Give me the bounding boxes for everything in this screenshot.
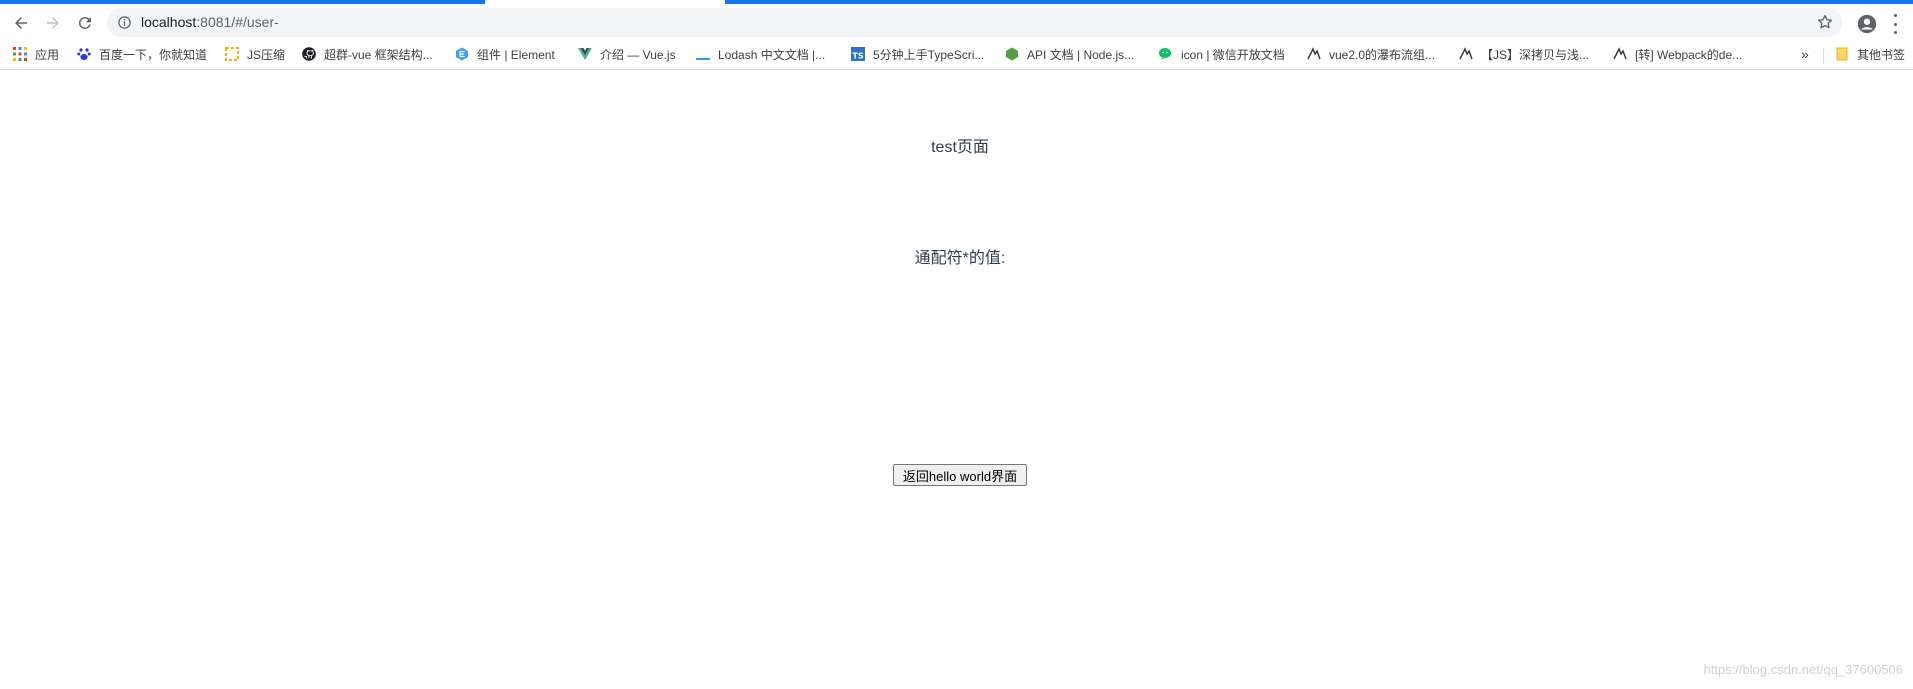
url-text[interactable]: localhost:8081/#/user- (141, 14, 279, 30)
lodash-icon (696, 47, 710, 61)
bookmark-baidu[interactable]: 百度一下，你就知道 (77, 45, 207, 63)
bookmark-star-icon[interactable] (1816, 13, 1834, 31)
bookmark-label: 组件 | Element (477, 47, 555, 62)
wildcard-value-label: 通配符*的值: (914, 250, 1006, 267)
back-to-hello-world-button[interactable]: 返回hello world界面 (893, 464, 1027, 486)
bookmark-label: [转] Webpack的de... (1635, 47, 1743, 62)
url-host: localhost (141, 14, 197, 30)
bookmark-element[interactable]: 组件 | Element (455, 45, 555, 63)
bookmark-other-folder[interactable]: 其他书签 (1835, 45, 1905, 63)
profile-avatar-icon[interactable] (1856, 13, 1878, 35)
bookmark-label: 【JS】深拷贝与浅... (1481, 47, 1590, 62)
bookmark-vue-framework[interactable]: 超群-vue 框架结构... (302, 45, 433, 63)
forward-arrow-icon[interactable] (40, 10, 66, 36)
url-path: :8081/#/user- (196, 14, 279, 30)
browser-menu-icon[interactable] (1890, 14, 1900, 34)
bookmark-nodejs[interactable]: API 文档 | Node.js... (1005, 45, 1134, 63)
bookmark-label: API 文档 | Node.js... (1027, 47, 1135, 62)
apps-grid-icon (13, 47, 27, 61)
nodejs-icon (1005, 47, 1019, 61)
js-compress-icon (225, 47, 239, 61)
browser-toolbar: localhost:8081/#/user- (0, 4, 1913, 38)
site-icon (1307, 47, 1321, 61)
bookmark-label: JS压缩 (247, 47, 286, 62)
vue-icon (578, 47, 592, 61)
bookmark-deep-copy[interactable]: 【JS】深拷贝与浅... (1459, 45, 1589, 63)
typescript-icon: TS (851, 47, 865, 61)
page-title: test页面 (931, 139, 989, 156)
bookmark-js-compress[interactable]: JS压缩 (225, 45, 285, 63)
bookmark-vuejs[interactable]: 介绍 — Vue.js (578, 45, 676, 63)
back-arrow-icon[interactable] (8, 10, 34, 36)
bookmarks-divider (1823, 48, 1824, 64)
bookmark-typescript[interactable]: TS 5分钟上手TypeScri... (851, 45, 984, 63)
svg-text:TS: TS (852, 52, 863, 61)
bookmark-apps[interactable]: 应用 (13, 45, 59, 63)
bookmark-label: 介绍 — Vue.js (600, 47, 676, 62)
github-icon (302, 47, 316, 61)
bookmarks-bar: 应用 百度一下，你就知道 JS压缩 超群-vue 框架结构... 组件 | El… (0, 38, 1913, 70)
bookmark-lodash[interactable]: Lodash 中文文档 |... (696, 45, 825, 63)
bookmark-label: icon | 微信开放文档 (1181, 47, 1285, 62)
site-icon (1613, 47, 1627, 61)
element-icon (455, 47, 469, 61)
bookmark-label: Lodash 中文文档 |... (718, 47, 826, 62)
bookmark-webpack[interactable]: [转] Webpack的de... (1613, 45, 1742, 63)
bookmark-wechat[interactable]: icon | 微信开放文档 (1159, 45, 1285, 63)
baidu-paw-icon (77, 47, 91, 61)
bookmark-vue-waterfall[interactable]: vue2.0的瀑布流组... (1307, 45, 1435, 63)
bookmark-label: 百度一下，你就知道 (99, 47, 208, 62)
bookmark-label: vue2.0的瀑布流组... (1329, 47, 1436, 62)
bookmark-label: 5分钟上手TypeScri... (873, 47, 985, 62)
watermark-text: https://blog.csdn.net/qq_37600506 (1703, 662, 1904, 677)
bookmark-label: 超群-vue 框架结构... (324, 47, 433, 62)
address-bar[interactable]: localhost:8081/#/user- (107, 8, 1842, 37)
bookmark-label: 应用 (35, 47, 60, 62)
wechat-icon (1159, 47, 1173, 61)
site-icon (1459, 47, 1473, 61)
folder-icon (1835, 47, 1849, 61)
reload-icon[interactable] (72, 10, 98, 36)
bookmark-label: 其他书签 (1857, 47, 1906, 62)
bookmarks-overflow-chevron[interactable]: » (1801, 46, 1809, 62)
site-info-icon[interactable] (117, 15, 132, 30)
